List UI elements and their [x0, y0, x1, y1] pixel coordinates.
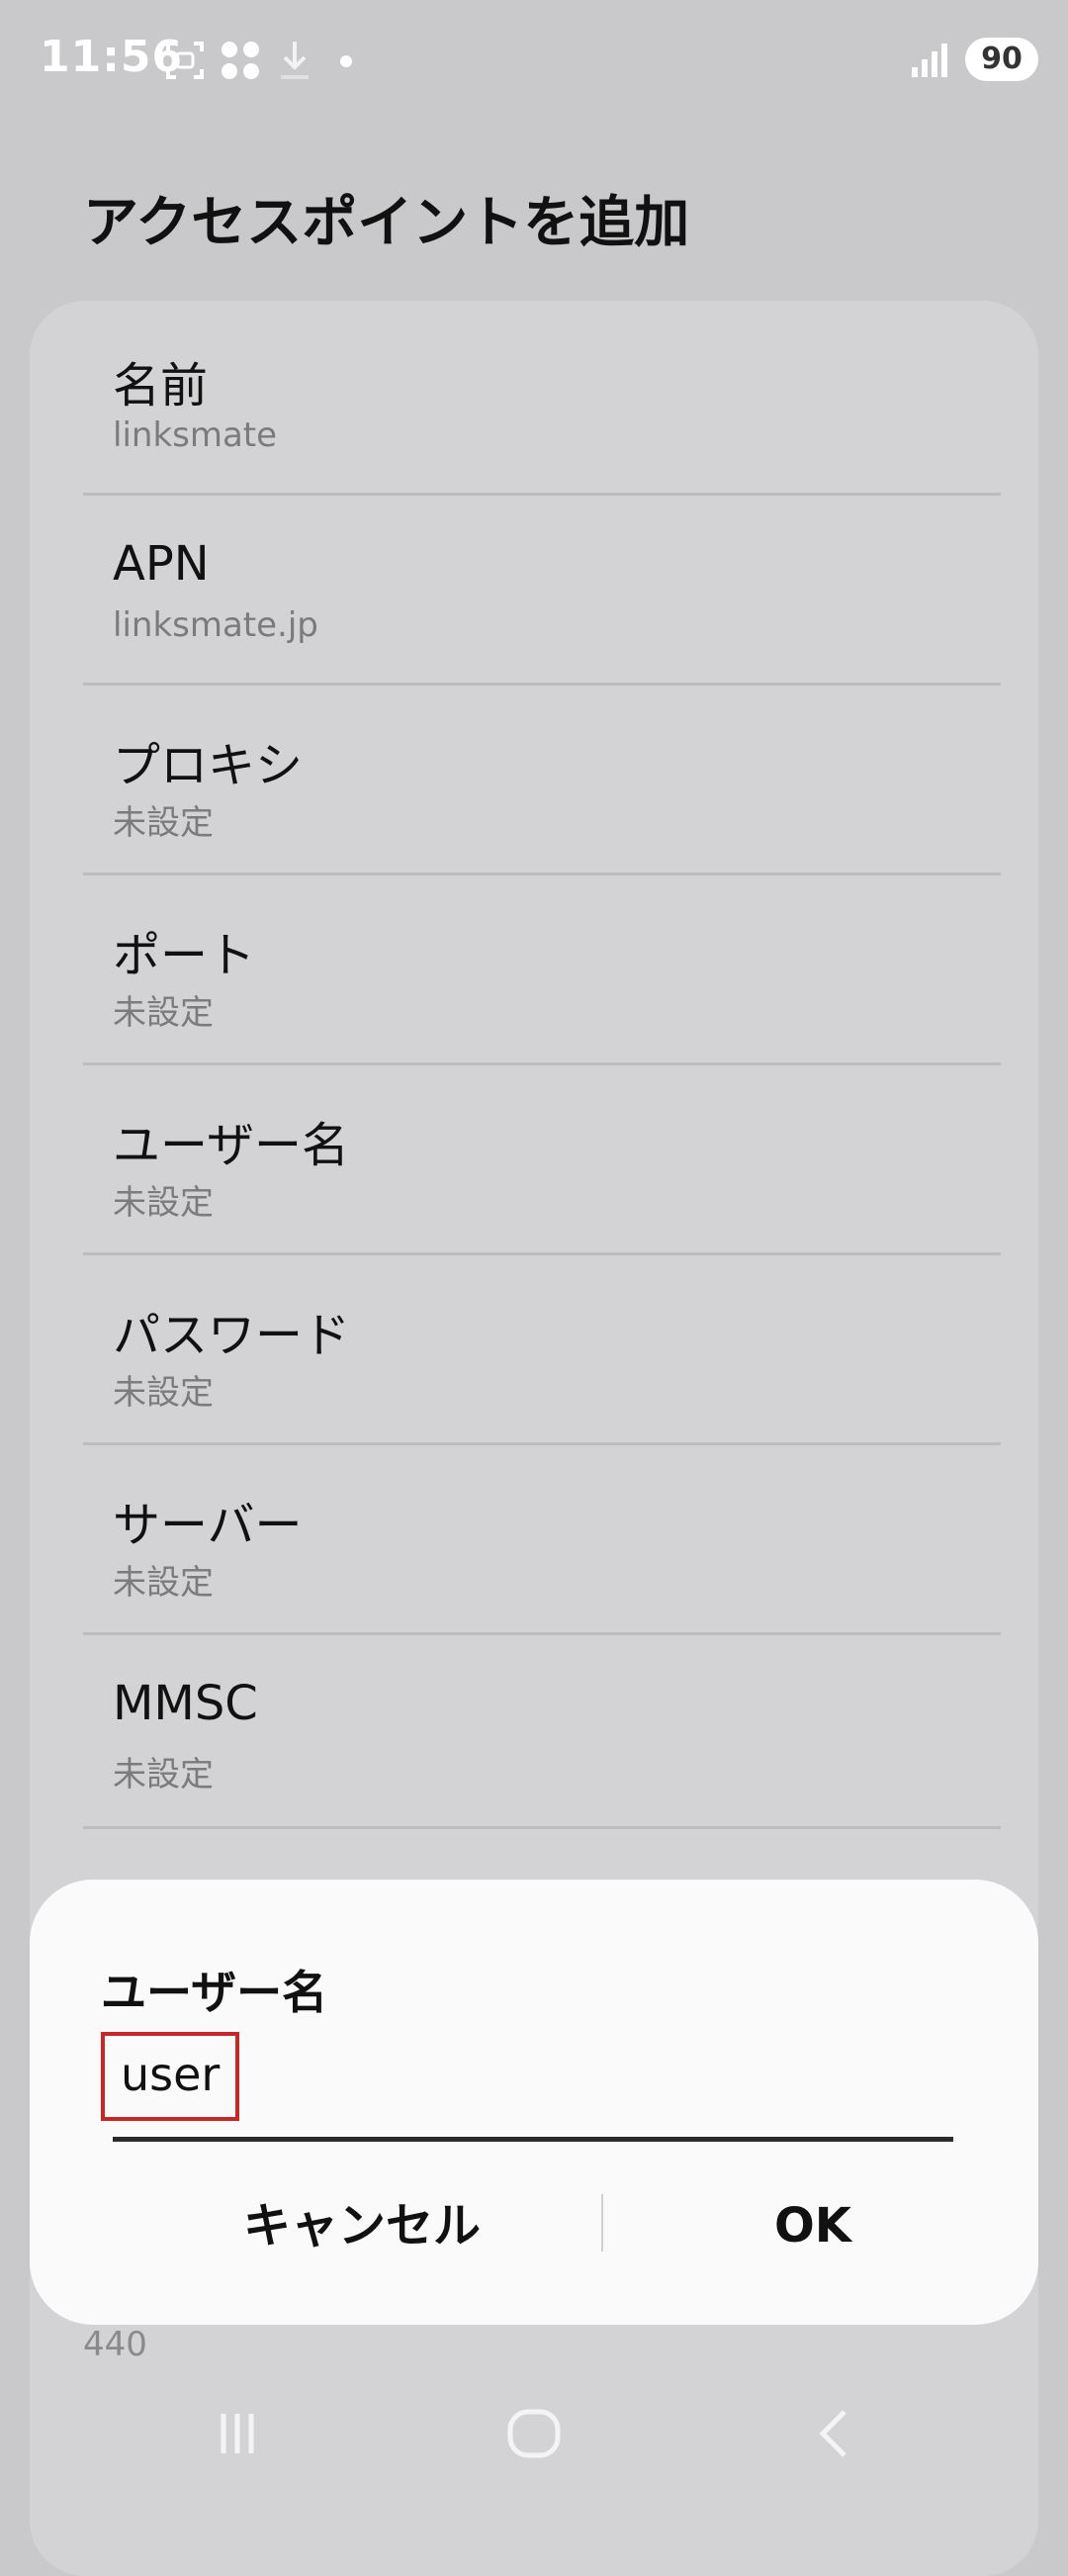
status-time: 11:56	[40, 32, 184, 82]
row-value: 未設定	[113, 1755, 214, 1794]
battery-icon: 90	[965, 38, 1038, 81]
row-server[interactable]: サーバー 未設定	[83, 1442, 1001, 1635]
dialog-title: ユーザー名	[101, 1966, 328, 2019]
row-port[interactable]: ポート 未設定	[83, 873, 1001, 1065]
row-apn[interactable]: APN linksmate.jp	[83, 493, 1001, 686]
navigation-bar	[0, 2374, 1068, 2493]
status-bar: 11:56 90	[0, 0, 1068, 119]
row-label: MMSC	[113, 1676, 258, 1731]
row-password[interactable]: パスワード 未設定	[83, 1252, 1001, 1445]
row-value: 未設定	[113, 1183, 214, 1223]
row-mmsc[interactable]: MMSC 未設定	[83, 1632, 1001, 1829]
input-underline	[113, 2137, 953, 2142]
row-name[interactable]: 名前 linksmate	[83, 301, 1001, 496]
recents-icon[interactable]	[198, 2394, 277, 2473]
back-icon[interactable]	[795, 2394, 874, 2473]
row-label: ポート	[113, 928, 256, 983]
username-input-value[interactable]: user	[121, 2048, 220, 2101]
notification-dot-icon	[336, 40, 356, 92]
row-value: 未設定	[113, 1373, 214, 1413]
row-username[interactable]: ユーザー名 未設定	[83, 1062, 1001, 1255]
row-value: linksmate.jp	[113, 605, 318, 645]
home-icon[interactable]	[494, 2394, 574, 2473]
cancel-button[interactable]: キャンセル	[125, 2176, 599, 2275]
page-title: アクセスポイントを追加	[83, 191, 690, 255]
download-icon	[277, 40, 312, 92]
signal-icon	[910, 40, 949, 79]
row-label: ユーザー名	[113, 1118, 350, 1173]
ok-button[interactable]: OK	[576, 2176, 1050, 2275]
row-label: APN	[113, 536, 210, 592]
row-value: 未設定	[113, 1563, 214, 1603]
username-input[interactable]: user	[101, 2028, 983, 2142]
username-dialog: ユーザー名 user キャンセル OK	[30, 1880, 1038, 2325]
apps-icon	[220, 40, 261, 92]
row-value: 未設定	[113, 993, 214, 1033]
row-label: サーバー	[113, 1498, 303, 1553]
row-proxy[interactable]: プロキシ 未設定	[83, 683, 1001, 875]
row-label: 名前	[113, 358, 209, 414]
row-value: linksmate	[113, 415, 278, 455]
row-value-peek: 440	[83, 2325, 147, 2364]
row-label: パスワード	[113, 1308, 351, 1363]
screenshot-icon	[164, 40, 206, 92]
row-label: プロキシ	[113, 738, 304, 793]
row-value: 未設定	[113, 803, 214, 843]
